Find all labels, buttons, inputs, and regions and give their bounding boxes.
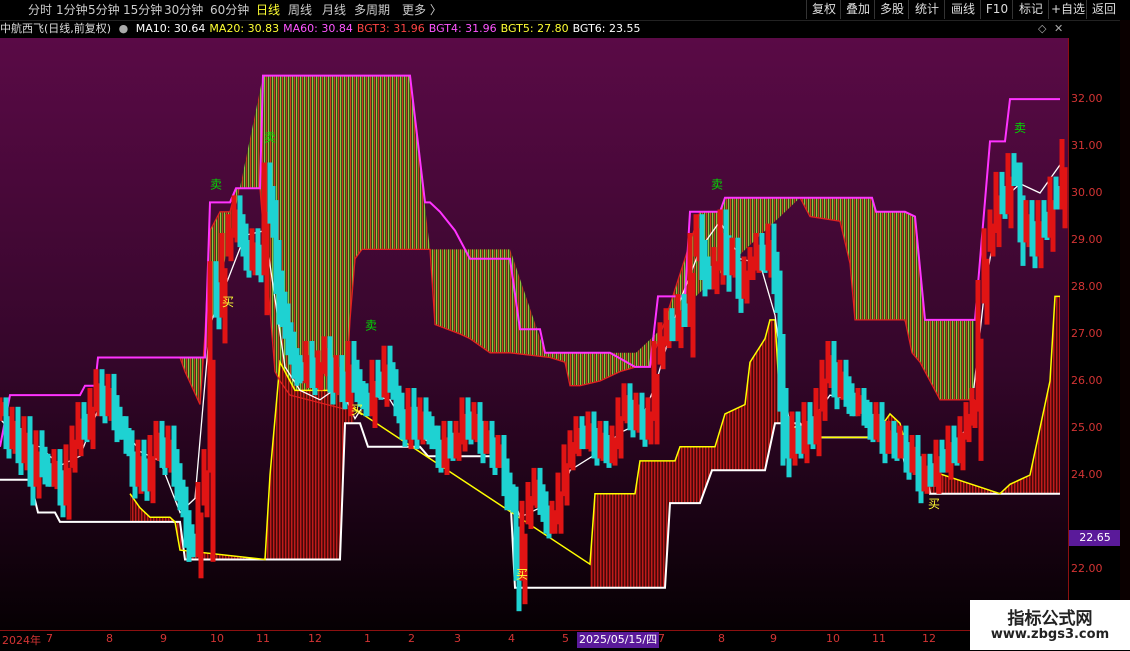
x-tick-label: 1 — [364, 632, 371, 645]
y-tick-label: 24.00 — [1071, 467, 1103, 481]
tab-2[interactable]: 5分钟 — [88, 2, 120, 18]
price-bar — [66, 467, 72, 520]
toolbar-button-5[interactable]: F10 — [980, 0, 1013, 19]
x-tick-label: 12 — [922, 632, 936, 645]
right-side-strip — [1120, 20, 1130, 650]
x-tick-label: 3 — [454, 632, 461, 645]
indicator-value-2: MA60: 30.84 — [283, 22, 353, 35]
indicator-value-5: BGT5: 27.80 — [500, 22, 569, 35]
kline-chart[interactable]: 卖卖卖卖卖买买买买 — [0, 38, 1068, 630]
indicator-value-6: BGT6: 23.55 — [572, 22, 641, 35]
close-icon[interactable]: ✕ — [1054, 22, 1063, 35]
y-tick-label: 26.00 — [1071, 373, 1103, 387]
indicator-info-bar: 中航西飞(日线,前复权) ● MA10: 30.64 MA20: 30.83 MA6… — [0, 20, 1070, 38]
toolbar-button-0[interactable]: 复权 — [806, 0, 841, 19]
indicator-value-4: BGT4: 31.96 — [428, 22, 497, 35]
signal-label-7: 买 — [516, 567, 528, 581]
signal-label-6: 买 — [351, 403, 363, 417]
x-cursor-date: 2025/05/15/四 — [577, 632, 660, 648]
y-tick-label: 30.00 — [1071, 186, 1103, 200]
signal-label-2: 卖 — [365, 318, 377, 332]
x-tick-label: 8 — [718, 632, 725, 645]
price-bar — [564, 463, 570, 506]
x-tick-label: 7 — [46, 632, 53, 645]
toolbar-button-1[interactable]: 叠加 — [840, 0, 875, 19]
signal-label-8: 买 — [928, 497, 940, 511]
x-tick-label: 12 — [308, 632, 322, 645]
x-tick-label: 10 — [210, 632, 224, 645]
current-price-label: 22.65 — [1069, 530, 1121, 547]
price-bar — [150, 456, 156, 504]
x-tick-label: 11 — [256, 632, 270, 645]
toolbar-button-4[interactable]: 画线 — [944, 0, 981, 19]
tab-4[interactable]: 30分钟 — [164, 2, 203, 18]
y-tick-label: 22.00 — [1071, 561, 1103, 575]
price-bar — [816, 409, 822, 457]
y-tick-label: 27.00 — [1071, 327, 1103, 340]
indicator-value-3: BGT3: 31.96 — [356, 22, 425, 35]
tab-3[interactable]: 15分钟 — [123, 2, 162, 18]
x-axis: 2025/05/15/四 2024年 7 8 9 10 11 12 1 2 3 4 5 7 8 9 10 11 1… — [0, 630, 1068, 651]
stock-title: 中航西飞(日线,前复权) — [0, 22, 112, 35]
price-bar — [90, 406, 96, 450]
x-tick-label: 9 — [160, 632, 167, 645]
signal-label-1: 卖 — [264, 130, 276, 144]
y-tick-label: 25.00 — [1071, 420, 1103, 434]
watermark: 指标公式网 www.zbgs3.com — [970, 600, 1130, 650]
x-tick-label: 10 — [826, 632, 840, 645]
x-tick-label: 2024年 — [2, 634, 41, 647]
price-bar — [1062, 167, 1068, 229]
y-tick-label: 29.00 — [1071, 233, 1103, 247]
indicator-value-1: MA20: 30.83 — [209, 22, 280, 35]
toolbar-button-8[interactable]: 返回 — [1086, 0, 1121, 19]
tab-10[interactable]: 更多 〉 — [402, 2, 442, 18]
toolbar-button-2[interactable]: 多股 — [874, 0, 909, 19]
price-bar — [204, 470, 210, 518]
x-tick-label: 7 — [658, 632, 665, 645]
toolbar-button-6[interactable]: 标记 — [1012, 0, 1049, 19]
x-tick-label: 2 — [408, 632, 415, 645]
signal-label-0: 卖 — [210, 177, 222, 191]
indicator-value-0: MA10: 30.64 — [135, 22, 206, 35]
diamond-icon[interactable]: ◇ — [1038, 22, 1046, 35]
x-tick-label: 9 — [770, 632, 777, 645]
price-bar — [690, 272, 696, 358]
price-bar — [654, 373, 660, 445]
y-tick-label: 28.00 — [1071, 280, 1103, 294]
price-bar — [618, 416, 624, 459]
x-tick-label: 5 — [562, 632, 569, 645]
price-bar — [558, 491, 564, 534]
price-bar — [264, 211, 270, 316]
signal-label-5: 买 — [222, 295, 234, 309]
tab-1[interactable]: 1分钟 — [56, 2, 88, 18]
signal-label-3: 卖 — [711, 177, 723, 191]
price-bar — [198, 512, 204, 579]
toolbar-button-7[interactable]: +自选 — [1048, 0, 1087, 19]
x-tick-label: 4 — [508, 632, 515, 645]
indicator-toggle-icon[interactable]: ● — [119, 22, 129, 35]
price-bar — [978, 338, 984, 461]
price-bar — [210, 359, 216, 562]
price-bar — [822, 378, 828, 421]
tab-7[interactable]: 周线 — [288, 2, 312, 18]
tab-8[interactable]: 月线 — [322, 2, 346, 18]
y-tick-label: 32.00 — [1071, 92, 1103, 106]
tab-6[interactable]: 日线 — [256, 2, 280, 18]
x-tick-label: 8 — [106, 632, 113, 645]
x-tick-label: 11 — [872, 632, 886, 645]
toolbar-button-3[interactable]: 统计 — [908, 0, 945, 19]
watermark-url: www.zbgs3.com — [990, 627, 1110, 642]
tab-9[interactable]: 多周期 — [354, 2, 390, 18]
watermark-title: 指标公式网 — [1007, 609, 1093, 629]
signal-label-4: 卖 — [1014, 121, 1026, 135]
y-tick-label: 31.00 — [1071, 139, 1103, 153]
tab-5[interactable]: 60分钟 — [210, 2, 249, 18]
price-bar — [984, 258, 990, 325]
tab-0[interactable]: 分时 — [28, 2, 52, 18]
chart-svg: 卖卖卖卖卖买买买买 — [0, 38, 1068, 630]
period-toolbar: 分时 1分钟 5分钟 15分钟 30分钟 60分钟 日线 周线 月线 多周期 更多 〉 复权 叠加 多股统… — [0, 0, 1130, 21]
